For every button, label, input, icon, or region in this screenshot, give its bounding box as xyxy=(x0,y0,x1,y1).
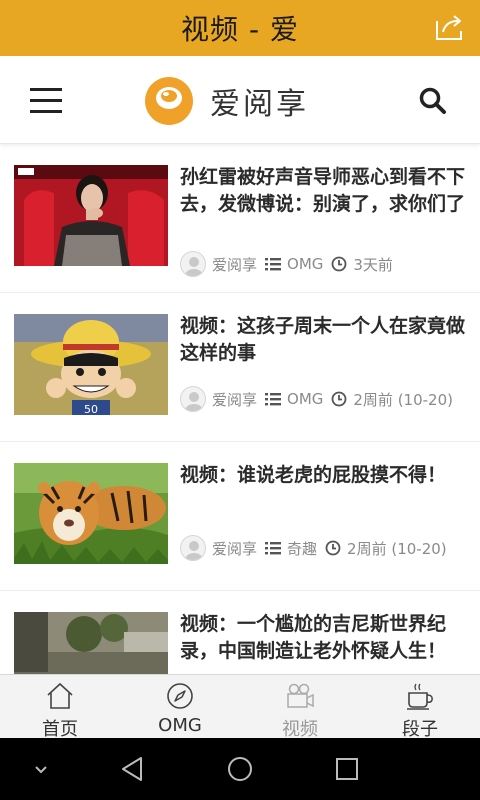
article-meta: 爱阅享 OMG 2周前 (10-20) xyxy=(180,386,453,412)
window-title: 视频 - 爱 xyxy=(181,13,299,46)
menu-icon[interactable] xyxy=(30,88,64,113)
tab-home[interactable]: 首页 xyxy=(0,675,120,740)
article-list: 孙红雷被好声音导师恶心到看不下去，发微博说：别演了，求你们了 爱阅享 OMG 3… xyxy=(0,144,480,740)
post-time: 2周前 (10-20) xyxy=(347,539,447,558)
search-icon[interactable] xyxy=(418,86,448,116)
article-title[interactable]: 视频：这孩子周末一个人在家竟做这样的事 xyxy=(180,313,466,367)
clock-icon xyxy=(331,256,347,272)
tab-omg[interactable]: OMG xyxy=(120,675,240,739)
system-nav-bar xyxy=(0,738,480,800)
list-icon xyxy=(265,258,282,271)
bottom-tab-bar: 首页 OMG 视频 段子 xyxy=(0,674,480,740)
list-icon xyxy=(265,542,282,555)
recents-icon[interactable] xyxy=(332,754,362,784)
title-bar: 视频 - 爱 xyxy=(0,0,480,56)
tab-video[interactable]: 视频 xyxy=(240,675,360,740)
tab-label: OMG xyxy=(158,715,202,736)
author-name[interactable]: 爱阅享 xyxy=(212,538,257,559)
article-title[interactable]: 视频：一个尴尬的吉尼斯世界纪录，中国制造让老外怀疑人生！ xyxy=(180,611,466,665)
list-icon xyxy=(265,393,282,406)
category-link[interactable]: OMG xyxy=(287,390,323,408)
avatar xyxy=(180,535,206,561)
clock-icon xyxy=(325,540,341,556)
article-item[interactable]: 孙红雷被好声音导师恶心到看不下去，发微博说：别演了，求你们了 爱阅享 OMG 3… xyxy=(0,144,480,293)
chevron-down-icon[interactable] xyxy=(26,754,56,784)
share-icon[interactable] xyxy=(434,12,466,42)
logo-text: 爱阅享 xyxy=(210,87,309,122)
app-header: 爱阅享 xyxy=(0,56,480,144)
compass-icon xyxy=(167,683,193,709)
author-name[interactable]: 爱阅享 xyxy=(212,389,257,410)
video-camera-icon xyxy=(287,683,314,708)
article-meta: 爱阅享 奇趣 2周前 (10-20) xyxy=(180,535,447,561)
clock-icon xyxy=(331,391,347,407)
app-screen: 视频 - 爱 爱阅享 孙红雷被好声音导师恶心到看不下去，发微博说：别演了，求你们… xyxy=(0,0,480,800)
thumbnail-cartoon-boy[interactable]: 50 xyxy=(14,314,168,415)
thumbnail-tiger[interactable] xyxy=(14,463,168,564)
app-logo: 爱阅享 xyxy=(144,76,309,126)
author-name[interactable]: 爱阅享 xyxy=(212,254,257,275)
category-link[interactable]: 奇趣 xyxy=(287,538,317,559)
article-item[interactable]: 50 视频：这孩子周末一个人在家竟做这样的事 爱阅享 OMG 2周前 (10-2… xyxy=(0,293,480,442)
category-link[interactable]: OMG xyxy=(287,255,323,273)
coffee-cup-icon xyxy=(407,683,433,710)
post-time: 2周前 (10-20) xyxy=(353,390,453,409)
back-icon[interactable] xyxy=(118,754,148,784)
logo-mark-icon xyxy=(145,77,193,125)
article-title[interactable]: 视频：谁说老虎的屁股摸不得！ xyxy=(180,462,466,489)
tab-jokes[interactable]: 段子 xyxy=(360,675,480,740)
post-time: 3天前 xyxy=(353,255,393,274)
article-item[interactable]: 视频：谁说老虎的屁股摸不得！ 爱阅享 奇趣 2周前 (10-20) xyxy=(0,442,480,591)
thumbnail-voice-show[interactable] xyxy=(14,165,168,266)
article-title[interactable]: 孙红雷被好声音导师恶心到看不下去，发微博说：别演了，求你们了 xyxy=(180,164,466,218)
avatar xyxy=(180,386,206,412)
home-button-icon[interactable] xyxy=(225,754,255,784)
home-icon xyxy=(47,682,73,709)
svg-text:50: 50 xyxy=(84,403,98,415)
avatar xyxy=(180,251,206,277)
article-meta: 爱阅享 OMG 3天前 xyxy=(180,251,393,277)
